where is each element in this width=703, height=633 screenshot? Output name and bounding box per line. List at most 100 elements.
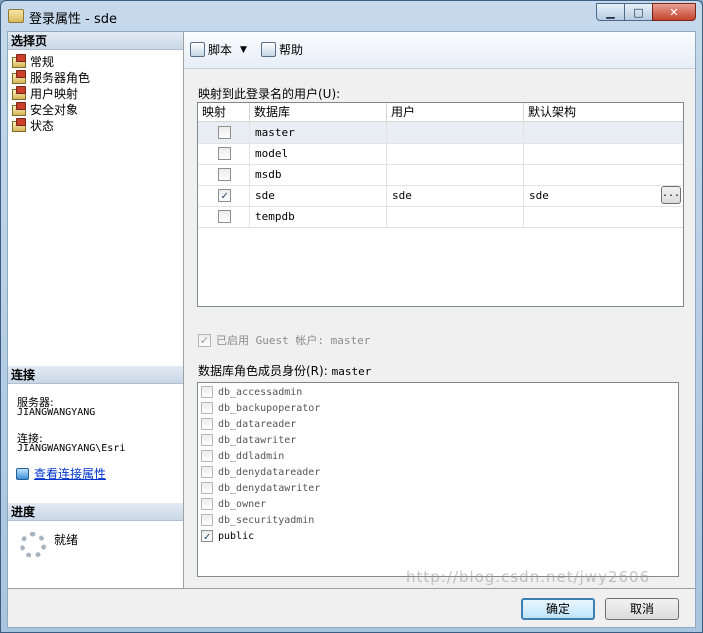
cancel-button[interactable]: 取消 <box>605 598 679 620</box>
map-checkbox-model[interactable] <box>218 147 231 160</box>
map-cell <box>198 122 250 143</box>
progress-header: 进度 <box>8 503 183 521</box>
table-row[interactable]: msdb <box>198 164 683 186</box>
column-header-default-schema[interactable]: 默认架构 <box>524 103 683 121</box>
list-item[interactable]: db_accessadmin <box>201 384 302 400</box>
close-button[interactable]: ✕ <box>652 3 696 21</box>
column-header-database[interactable]: 数据库 <box>250 103 387 121</box>
schema-cell[interactable] <box>524 164 683 185</box>
window-app-icon <box>8 9 24 23</box>
script-label: 脚本 <box>208 43 233 57</box>
toolbar: 脚本 ▼ 帮助 <box>184 32 695 69</box>
role-name: db_owner <box>218 498 267 510</box>
user-cell[interactable] <box>387 122 524 143</box>
view-connection-properties-label: 查看连接属性 <box>34 467 107 481</box>
browse-schema-button[interactable]: ... <box>661 186 681 204</box>
connection-properties-icon <box>16 467 29 480</box>
sidebar-item-label: 安全对象 <box>30 103 79 117</box>
schema-cell[interactable] <box>524 206 683 227</box>
list-item[interactable]: ✓ public <box>201 528 254 544</box>
sidebar-item-label: 服务器角色 <box>30 71 91 85</box>
maximize-button[interactable]: □ <box>624 3 653 21</box>
role-name: db_denydatareader <box>218 466 321 478</box>
sidebar-item-general[interactable]: 常规 <box>12 53 55 70</box>
role-checkbox[interactable] <box>201 498 213 510</box>
minimize-button[interactable]: ▁ <box>596 3 625 21</box>
user-mapping-grid[interactable]: 映射 数据库 用户 默认架构 master model msdb ✓ sde s… <box>197 102 684 307</box>
sidebar-item-securables[interactable]: 安全对象 <box>12 101 79 118</box>
user-cell[interactable]: sde <box>387 185 524 206</box>
chevron-down-icon[interactable]: ▼ <box>240 45 247 55</box>
help-label: 帮助 <box>279 43 304 57</box>
database-cell: master <box>250 122 387 143</box>
list-item[interactable]: db_securityadmin <box>201 512 314 528</box>
role-membership-title: 数据库角色成员身份(R): <box>198 364 328 378</box>
user-cell[interactable] <box>387 143 524 164</box>
login-properties-window: 登录属性 - sde ▁ □ ✕ 选择页 常规 服务器角色 用户映射 安全对象 … <box>0 0 703 633</box>
connection-header: 连接 <box>8 366 183 384</box>
map-checkbox-msdb[interactable] <box>218 168 231 181</box>
user-cell[interactable] <box>387 164 524 185</box>
script-icon <box>190 42 205 57</box>
guest-account-option: ✓ 已启用 Guest 帐户: master <box>198 332 370 348</box>
sidebar-item-label: 用户映射 <box>30 87 79 101</box>
schema-cell[interactable] <box>524 122 683 143</box>
sidebar-item-server-roles[interactable]: 服务器角色 <box>12 69 91 86</box>
ok-button[interactable]: 确定 <box>521 598 595 620</box>
table-row[interactable]: model <box>198 143 683 165</box>
server-value: JIANGWANGYANG <box>17 407 96 418</box>
progress-spinner-icon <box>20 532 46 558</box>
table-row[interactable]: ✓ sde sde sde ... <box>198 185 683 207</box>
role-checkbox[interactable] <box>201 466 213 478</box>
list-item[interactable]: db_datareader <box>201 416 296 432</box>
role-name: db_securityadmin <box>218 514 315 526</box>
connection-value: JIANGWANGYANG\Esri <box>17 443 126 454</box>
view-connection-properties-link[interactable]: 查看连接属性 <box>16 465 106 482</box>
role-checkbox[interactable] <box>201 482 213 494</box>
database-cell: msdb <box>250 164 387 185</box>
map-checkbox-master[interactable] <box>218 126 231 139</box>
role-membership-list[interactable]: db_accessadmin db_backupoperator db_data… <box>197 382 679 577</box>
role-checkbox[interactable] <box>201 434 213 446</box>
role-checkbox[interactable] <box>201 514 213 526</box>
map-cell: ✓ <box>198 185 250 206</box>
schema-cell[interactable]: sde ... <box>524 185 683 206</box>
user-cell[interactable] <box>387 206 524 227</box>
schema-value: sde <box>529 189 549 202</box>
list-item[interactable]: db_ddladmin <box>201 448 284 464</box>
list-item[interactable]: db_owner <box>201 496 266 512</box>
sidebar-item-label: 状态 <box>30 119 55 133</box>
column-header-user[interactable]: 用户 <box>387 103 524 121</box>
role-name: db_ddladmin <box>218 450 285 462</box>
list-item[interactable]: db_denydatareader <box>201 464 320 480</box>
page-icon <box>12 69 26 84</box>
column-header-map[interactable]: 映射 <box>198 103 250 121</box>
script-button[interactable]: 脚本 ▼ <box>190 41 247 58</box>
page-icon <box>12 85 26 100</box>
sidebar-item-user-mapping[interactable]: 用户映射 <box>12 85 79 102</box>
list-item[interactable]: db_backupoperator <box>201 400 320 416</box>
role-checkbox[interactable]: ✓ <box>201 530 213 542</box>
select-page-header: 选择页 <box>8 32 183 50</box>
table-row[interactable]: master <box>198 122 683 144</box>
schema-cell[interactable] <box>524 143 683 164</box>
database-cell: model <box>250 143 387 164</box>
role-name: db_datareader <box>218 418 297 430</box>
role-checkbox[interactable] <box>201 402 213 414</box>
guest-enabled-label: 已启用 Guest 帐户: master <box>216 334 371 347</box>
sidebar-item-label: 常规 <box>30 55 55 69</box>
help-button[interactable]: 帮助 <box>261 41 303 58</box>
role-checkbox[interactable] <box>201 450 213 462</box>
database-cell: tempdb <box>250 206 387 227</box>
role-checkbox[interactable] <box>201 386 213 398</box>
title-bar[interactable]: 登录属性 - sde ▁ □ ✕ <box>1 1 702 31</box>
role-name: db_denydatawriter <box>218 482 321 494</box>
role-checkbox[interactable] <box>201 418 213 430</box>
list-item[interactable]: db_datawriter <box>201 432 296 448</box>
map-checkbox-sde[interactable]: ✓ <box>218 189 231 202</box>
sidebar-item-status[interactable]: 状态 <box>12 117 55 134</box>
table-row[interactable]: tempdb <box>198 206 683 228</box>
map-cell <box>198 206 250 227</box>
map-checkbox-tempdb[interactable] <box>218 210 231 223</box>
list-item[interactable]: db_denydatawriter <box>201 480 320 496</box>
